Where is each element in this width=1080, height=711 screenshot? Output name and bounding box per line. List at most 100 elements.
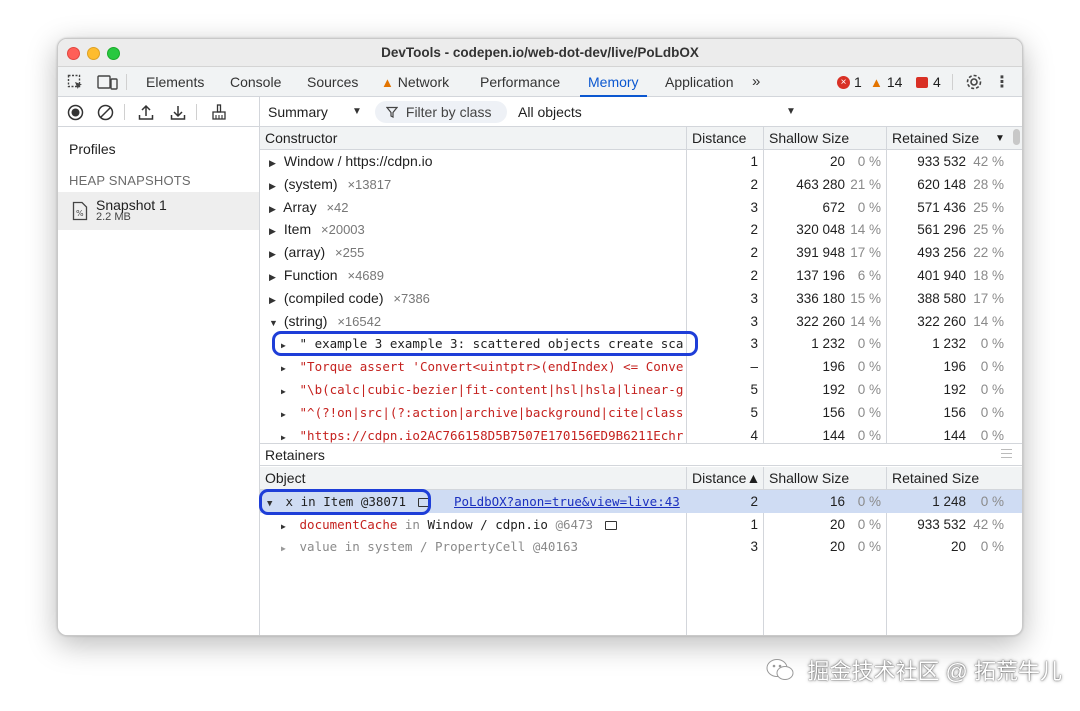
tab-memory[interactable]: Memory — [580, 67, 647, 97]
expand-right-triangle-icon[interactable]: ▶ — [281, 334, 292, 355]
snapshot-item[interactable]: % Snapshot 1 2.2 MB — [58, 192, 259, 230]
shallow-size-value: 20 — [829, 154, 845, 169]
expand-right-triangle-icon[interactable]: ▶ — [281, 403, 292, 424]
tab-application[interactable]: Application — [665, 67, 734, 97]
tab-console[interactable]: Console — [230, 67, 281, 97]
filter-by-class-input[interactable]: Filter by class — [375, 101, 507, 123]
expand-right-triangle-icon[interactable]: ▶ — [269, 152, 280, 173]
more-tabs-chevron-icon[interactable]: » — [752, 67, 760, 97]
retained-size-value: 493 256 — [917, 245, 966, 261]
view-select[interactable]: Summary ▼ — [268, 97, 368, 127]
string-row[interactable]: ▶ " example 3 example 3: scattered objec… — [260, 332, 1012, 355]
warning-count-badge[interactable]: ▲ 14 — [870, 74, 902, 90]
error-count-badge[interactable]: × 1 — [837, 74, 862, 90]
warning-count: 14 — [886, 74, 903, 90]
expand-right-triangle-icon[interactable]: ▶ — [269, 175, 280, 196]
save-profile-download-icon[interactable] — [169, 103, 187, 121]
col-shallow-size[interactable]: Shallow Size — [764, 127, 849, 150]
collect-garbage-broom-icon[interactable] — [210, 103, 228, 121]
col-retainer-retained[interactable]: Retained Size — [887, 467, 979, 490]
retainer-row[interactable]: ▶ value in system / PropertyCell @40163 … — [260, 535, 1022, 558]
tab-performance[interactable]: Performance — [480, 67, 560, 97]
string-row[interactable]: ▶ "Torque assert 'Convert<uintptr>(endIn… — [260, 355, 1012, 378]
objects-select[interactable]: All objects ▼ — [518, 97, 798, 127]
instance-count: ×255 — [335, 245, 365, 261]
summary-row[interactable]: ▶ Array ×42 3 672 0 % 571 436 25 % — [260, 196, 1012, 219]
expand-right-triangle-icon[interactable]: ▶ — [269, 266, 280, 287]
retainer-object-cell: ▼ x in Item @38071 PoLdbOX?anon=true&vie… — [267, 490, 685, 513]
retainer-object-id: @6473 — [555, 516, 594, 532]
constructor-cell: ▶ (system) ×13817 — [269, 173, 684, 196]
tab-network[interactable]: ▲ Network — [381, 67, 449, 97]
device-toolbar-icon[interactable] — [96, 73, 118, 91]
summary-row[interactable]: ▶ Function ×4689 2 137 196 6 % 401 940 1… — [260, 264, 1012, 287]
inspect-element-icon[interactable] — [66, 73, 84, 91]
expand-right-triangle-icon[interactable]: ▶ — [281, 537, 292, 558]
record-icon[interactable] — [66, 103, 84, 121]
retained-size-value: 196 — [943, 359, 966, 375]
summary-row[interactable]: ▶ (array) ×255 2 391 948 17 % 493 256 22… — [260, 241, 1012, 264]
expand-down-triangle-icon[interactable]: ▼ — [267, 493, 278, 513]
dropdown-caret-icon: ▼ — [786, 106, 796, 117]
string-value: "^(?!on|src|(?:action|archive|background… — [299, 404, 684, 420]
expand-right-triangle-icon[interactable]: ▶ — [281, 515, 292, 536]
col-retained-size[interactable]: Retained Size ▼ — [887, 127, 1005, 150]
retainer-row[interactable]: ▼ x in Item @38071 PoLdbOX?anon=true&vie… — [260, 490, 1022, 513]
settings-gear-icon[interactable] — [964, 72, 984, 92]
summary-row[interactable]: ▶ (system) ×13817 2 463 280 21 % 620 148… — [260, 173, 1012, 196]
string-row[interactable]: ▶ "^(?!on|src|(?:action|archive|backgrou… — [260, 401, 1012, 424]
source-link[interactable]: PoLdbOX?anon=true&view=live:43 — [454, 490, 680, 513]
retained-size-percent: 0 % — [980, 336, 1004, 352]
expand-right-triangle-icon[interactable]: ▶ — [269, 289, 280, 310]
summary-row[interactable]: ▼ (string) ×16542 3 322 260 14 % 322 260… — [260, 310, 1012, 333]
title-bar: DevTools - codepen.io/web-dot-dev/live/P… — [58, 39, 1022, 67]
retained-size-percent: 0 % — [980, 494, 1004, 509]
tab-elements[interactable]: Elements — [146, 67, 204, 97]
expand-right-triangle-icon[interactable]: ▶ — [281, 380, 292, 401]
tabbar-divider-2 — [952, 74, 953, 90]
expand-right-triangle-icon[interactable]: ▶ — [269, 243, 280, 264]
filter-placeholder: Filter by class — [405, 104, 492, 120]
expand-right-triangle-icon[interactable]: ▶ — [269, 198, 280, 219]
col-retainer-distance[interactable]: Distance▲ — [687, 467, 760, 490]
distance-value: 1 — [750, 516, 758, 532]
tab-sources[interactable]: Sources — [307, 67, 358, 97]
distance-value: 3 — [750, 336, 758, 352]
load-profile-upload-icon[interactable] — [137, 103, 155, 121]
string-value: "\b(calc|cubic-bezier|fit-content|hsl|hs… — [299, 382, 684, 397]
col-distance[interactable]: Distance — [687, 127, 746, 150]
summary-row[interactable]: ▶ (compiled code) ×7386 3 336 180 15 % 3… — [260, 287, 1012, 310]
col-constructor[interactable]: Constructor — [260, 127, 337, 150]
shallow-size-percent: 21 % — [850, 176, 881, 192]
retained-size-percent: 14 % — [973, 313, 1004, 329]
instance-count: ×13817 — [347, 176, 392, 192]
retainer-object-cell: ▶ value in system / PropertyCell @40163 — [281, 535, 685, 558]
distance-value: 5 — [750, 404, 758, 420]
summary-scrollbar[interactable] — [1013, 129, 1020, 145]
retained-size-value: 933 532 — [917, 516, 966, 532]
distance-value: – — [750, 359, 758, 375]
retained-size-percent: 0 % — [980, 359, 1004, 375]
shallow-size-value: 391 948 — [796, 245, 845, 261]
more-options-icon[interactable]: ⋮ — [994, 72, 1010, 92]
retainer-row[interactable]: ▶ documentCache in Window / cdpn.io @647… — [260, 513, 1022, 536]
expand-right-triangle-icon[interactable]: ▶ — [281, 357, 292, 378]
svg-text:%: % — [76, 209, 84, 218]
string-value: "https://cdpn.io2AC766158D5B7507E170156E… — [299, 427, 684, 443]
shallow-size-percent: 15 % — [850, 290, 881, 306]
string-object-cell: ▶ "Torque assert 'Convert<uintptr>(endIn… — [281, 355, 684, 378]
issues-count-badge[interactable]: 4 — [916, 74, 941, 90]
resize-handle-icon[interactable] — [1001, 449, 1012, 458]
summary-row[interactable]: ▶ Window / https://cdpn.io 1 20 0 % 933 … — [260, 150, 1012, 173]
reveal-in-panel-icon[interactable] — [604, 520, 617, 530]
expand-right-triangle-icon[interactable]: ▶ — [269, 220, 280, 241]
clear-icon[interactable] — [96, 103, 114, 121]
string-row[interactable]: ▶ "\b(calc|cubic-bezier|fit-content|hsl|… — [260, 378, 1012, 401]
summary-row[interactable]: ▶ Item ×20003 2 320 048 14 % 561 296 25 … — [260, 218, 1012, 241]
shallow-size-value: 322 260 — [796, 313, 845, 329]
expand-down-triangle-icon[interactable]: ▼ — [269, 312, 280, 333]
reveal-in-panel-icon[interactable] — [417, 498, 430, 507]
col-retainer-shallow[interactable]: Shallow Size — [764, 467, 849, 490]
retainer-object-id: @40163 — [532, 539, 579, 554]
col-object[interactable]: Object — [260, 467, 305, 490]
